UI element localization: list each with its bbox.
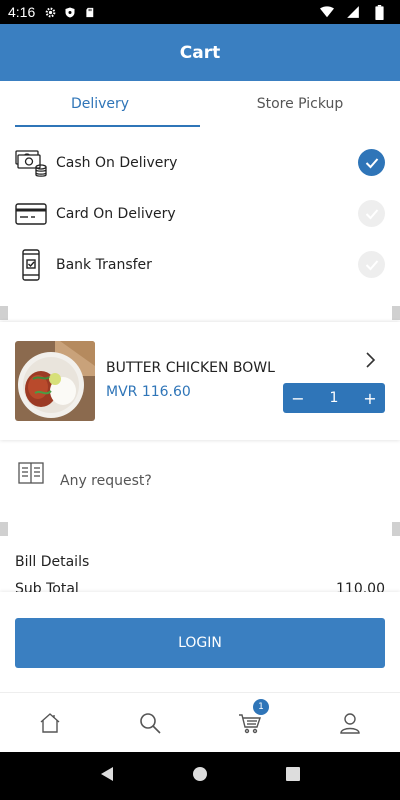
recents-icon[interactable]: [285, 766, 301, 786]
back-icon[interactable]: [99, 766, 115, 786]
settings-icon: [43, 5, 57, 19]
user-icon: [338, 711, 362, 735]
nav-profile[interactable]: [300, 693, 400, 752]
subtotal-row: Sub Total 110.00: [15, 578, 385, 592]
chevron-right-icon[interactable]: [364, 350, 378, 370]
cash-icon: [15, 147, 47, 179]
right-edge-handle: [392, 306, 400, 320]
login-panel: LOGIN: [0, 592, 400, 692]
wifi-icon: [320, 5, 334, 19]
card-icon: [15, 198, 47, 230]
payment-option-bank[interactable]: Bank Transfer: [0, 239, 400, 290]
increase-quantity-button[interactable]: +: [355, 383, 385, 413]
system-nav-bar: [0, 752, 400, 800]
nav-home[interactable]: [0, 693, 100, 752]
nav-cart[interactable]: 1: [200, 693, 300, 752]
cart-item-card[interactable]: BUTTER CHICKEN BOWL MVR 116.60 − 1 +: [0, 322, 400, 440]
payment-option-cash[interactable]: Cash On Delivery: [0, 137, 400, 188]
payment-options: Cash On Delivery Card On Delivery Bank T…: [0, 137, 400, 290]
bill-details-title: Bill Details: [15, 554, 90, 570]
payment-option-label: Cash On Delivery: [56, 154, 178, 171]
special-request-field[interactable]: Any request?: [0, 455, 400, 505]
subtotal-value: 110.00: [336, 581, 385, 592]
unselected-check-icon[interactable]: [358, 200, 385, 227]
quantity-stepper: − 1 +: [283, 383, 385, 413]
item-name: BUTTER CHICKEN BOWL: [106, 360, 275, 376]
nav-search[interactable]: [100, 693, 200, 752]
shield-icon: [63, 5, 77, 19]
unselected-check-icon[interactable]: [358, 251, 385, 278]
home-circle-icon[interactable]: [192, 766, 208, 786]
quantity-value: 1: [329, 390, 339, 406]
right-edge-handle: [392, 522, 400, 536]
tab-store-pickup[interactable]: Store Pickup: [200, 81, 400, 127]
status-bar: 4:16: [0, 0, 400, 24]
status-time: 4:16: [8, 4, 36, 20]
request-placeholder: Any request?: [60, 473, 152, 489]
left-edge-handle: [0, 522, 8, 536]
signal-icon: [346, 5, 360, 19]
decrease-quantity-button[interactable]: −: [283, 383, 313, 413]
active-tab-indicator: [15, 125, 200, 127]
home-icon: [38, 711, 62, 735]
payment-option-label: Bank Transfer: [56, 256, 152, 273]
bottom-nav: 1: [0, 692, 400, 752]
payment-option-card[interactable]: Card On Delivery: [0, 188, 400, 239]
phone-bank-icon: [15, 248, 47, 281]
payment-option-label: Card On Delivery: [56, 205, 176, 222]
subtotal-label: Sub Total: [15, 581, 79, 592]
app-header: Cart: [0, 24, 400, 81]
tab-delivery[interactable]: Delivery: [0, 81, 200, 127]
selected-check-icon[interactable]: [358, 149, 385, 176]
battery-icon: [372, 4, 386, 20]
cart-count-badge: 1: [253, 699, 269, 715]
item-price: MVR 116.60: [106, 384, 191, 400]
fulfillment-tabs: Delivery Store Pickup: [0, 81, 400, 127]
sd-card-icon: [83, 5, 97, 19]
left-edge-handle: [0, 306, 8, 320]
book-icon: [18, 462, 44, 484]
food-image: [15, 341, 95, 421]
page-title: Cart: [179, 42, 221, 63]
login-button[interactable]: LOGIN: [15, 618, 385, 668]
search-icon: [138, 711, 162, 735]
